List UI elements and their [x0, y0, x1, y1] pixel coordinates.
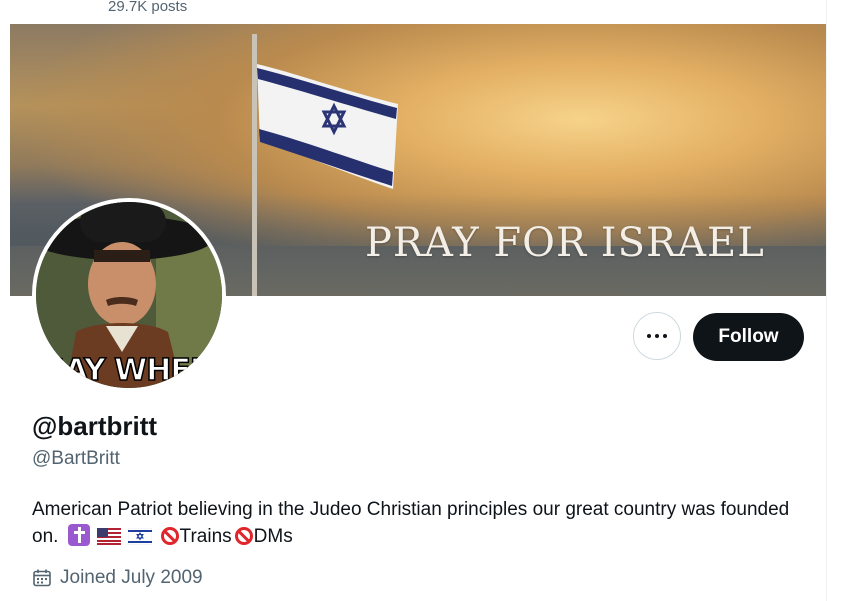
joined-date: Joined July 2009 [32, 567, 203, 589]
no-entry-icon [160, 527, 179, 545]
us-flag-icon [96, 528, 121, 545]
avatar-caption: SAY WHEN [43, 353, 215, 388]
bio-word-dms: DMs [253, 526, 293, 547]
more-options-button[interactable] [633, 312, 681, 360]
latin-cross-icon [67, 524, 90, 546]
display-name: @bartbritt [32, 411, 158, 441]
left-gutter [0, 0, 10, 601]
more-horizontal-icon [645, 334, 669, 338]
avatar[interactable]: SAY WHEN [32, 198, 226, 392]
post-count: 29.7K posts [108, 0, 188, 15]
follow-button[interactable]: Follow [693, 313, 804, 361]
banner-caption: PRAY FOR ISRAEL [365, 220, 765, 266]
joined-label: Joined July 2009 [60, 567, 203, 588]
user-handle: @BartBritt [32, 448, 120, 469]
calendar-icon [33, 569, 51, 587]
no-entry-icon [234, 527, 253, 545]
bio-word-trains: Trains [179, 526, 232, 547]
israel-flag-icon [128, 528, 153, 545]
profile-bio: American Patriot believing in the Judeo … [32, 496, 812, 550]
